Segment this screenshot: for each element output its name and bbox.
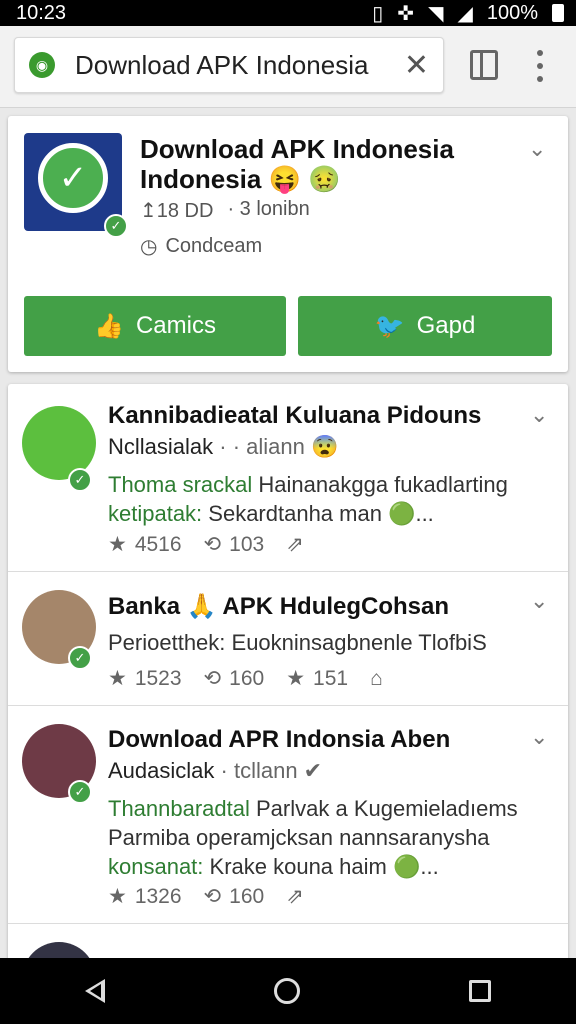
back-icon[interactable] [84,979,105,1003]
chevron-down-icon[interactable]: ⌄ [530,724,548,750]
post-body-highlight-2: konsanat: [108,854,204,879]
author-meta: · tcllann ✔ [220,758,323,783]
star-stat[interactable]: ★ 4516 [108,532,182,557]
url-text[interactable]: Download APK Indonesia [75,50,404,81]
post-body: Thannbaradtal Parlvak a Kugemieladıems P… [108,794,548,881]
data-icon: ✜ [397,2,415,25]
post-title[interactable]: Download APR Indonsia Aben [108,726,450,754]
post-item[interactable]: ✓ Download APR Indonsia Aben ⌄ Audasicla… [8,706,568,924]
verified-icon: ✓ [68,646,92,670]
chat-bubble-icon: ✓ [38,143,108,213]
app-size: · 3 lonibn [227,198,310,220]
star-icon: ★ [108,667,127,690]
author-name: Audasiclak [108,758,215,783]
post-body: Perioetthek: Euokninsagbnenle TlofbiS [108,628,548,657]
tag-icon[interactable]: ⌂ [370,667,383,691]
author-meta: · · aliann 😨 [219,434,339,459]
post-body-highlight: Thoma srackal [108,472,253,497]
verified-icon: ✓ [68,780,92,804]
repost-icon: ⟲ [203,885,222,908]
post-item[interactable]: ✓ Kannibadieatal Kuluana Pidouns ⌄ Nclla… [8,384,568,572]
battery-icon [552,4,564,22]
chevron-down-icon[interactable]: ⌄ [530,402,548,428]
post-author: Ncllasialak · · aliann 😨 [108,434,338,460]
clear-url-icon[interactable]: ✕ [404,48,429,83]
status-time: 10:23 [16,1,67,24]
chevron-down-icon[interactable]: ⌄ [530,588,548,614]
post-stats: ★ 4516 ⟲ 103 ⇗ [108,532,304,557]
post-body-highlight: Thannbaradtal [108,796,250,821]
app-title[interactable]: Download APK Indonesia Indonesia 😝 🤢 [140,134,520,194]
chevron-down-icon[interactable]: ⌄ [528,136,546,162]
post-body-text-2: Krake kouna haim 🟢... [203,854,439,879]
battery-percent: 100% [486,1,538,24]
url-bar[interactable]: ◉ Download APK Indonesia ✕ [14,37,444,93]
signal-icon: ◢ [457,2,473,25]
bird-icon: 🐦 [374,312,405,340]
tabs-icon[interactable] [470,50,498,80]
site-favicon-icon: ◉ [29,52,55,78]
like-button[interactable]: 👍 Camics [24,296,286,356]
clock-icon: ◷ [140,236,158,258]
share-icon[interactable]: ⇗ [286,884,304,909]
post-body-text: Perioetthek: Euokninsagbnenle TlofbiS [108,630,487,655]
share-button[interactable]: 🐦 Gapd [298,296,552,356]
repost-icon: ⟲ [203,533,222,556]
app-card: ✓ ✓ Download APK Indonesia Indonesia 😝 🤢… [8,116,568,372]
like-button-label: Camics [135,312,216,339]
post-title[interactable]: Kannibadieatal Kuluana Pidouns [108,402,481,430]
star-icon: ★ [108,533,127,556]
repost-stat[interactable]: ⟲ 103 [204,532,265,557]
verified-icon: ✓ [104,214,128,238]
post-body-text-2: Sekardtanha man 🟢... [202,501,434,526]
post-body-text: Hainanakgga fukadlarting [252,472,508,497]
author-name: Ncllasialak [108,434,214,459]
thumbs-up-icon: 👍 [94,312,124,340]
repost-stat[interactable]: ⟲ 160 [204,884,265,909]
repost-icon: ⟲ [203,667,222,690]
star-stat[interactable]: ★ 1523 [108,666,182,691]
post-author: Audasiclak · tcllann ✔ [108,758,322,784]
browser-toolbar: ◉ Download APK Indonesia ✕ [0,26,576,108]
star-icon: ★ [286,667,306,690]
star-stat-2[interactable]: ★ 151 [286,666,348,691]
star-stat[interactable]: ★ 1326 [108,884,182,909]
vibrate-icon: ▯ [372,2,384,25]
status-bar: 10:23 ▯ ✜ ◥ ◢ 100% [0,0,576,26]
recent-apps-icon[interactable] [469,980,492,1002]
developer-name: Condceam [165,235,263,257]
status-icons: ▯ ✜ ◥ ◢ 100% [372,1,564,26]
post-feed: ✓ Kannibadieatal Kuluana Pidouns ⌄ Nclla… [8,384,568,984]
post-title[interactable]: Banka 🙏 APK HdulegCohsan [108,592,449,621]
post-body: Thoma srackal Hainanakgga fukadlarting k… [108,470,548,528]
share-button-label: Gapd [416,312,476,339]
verified-icon: ✓ [68,468,92,492]
share-icon[interactable]: ⇗ [286,532,304,557]
post-item[interactable]: ✓ Banka 🙏 APK HdulegCohsan ⌄ Perioetthek… [8,572,568,706]
download-count: ↥18 DD [140,200,214,222]
app-meta: ↥18 DD · 3 lonibn [140,198,310,223]
repost-stat[interactable]: ⟲ 160 [204,666,265,691]
android-nav-bar [0,958,576,1024]
post-stats: ★ 1326 ⟲ 160 ⇗ [108,884,304,909]
app-developer: ◷ Condceam [140,234,262,259]
wifi-icon: ◥ [428,2,444,25]
post-body-highlight-2: ketipatak: [108,501,203,526]
home-icon[interactable] [273,978,300,1004]
star-icon: ★ [108,885,127,908]
post-stats: ★ 1523 ⟲ 160 ★ 151 ⌂ [108,666,383,691]
overflow-menu-icon[interactable] [536,50,544,82]
